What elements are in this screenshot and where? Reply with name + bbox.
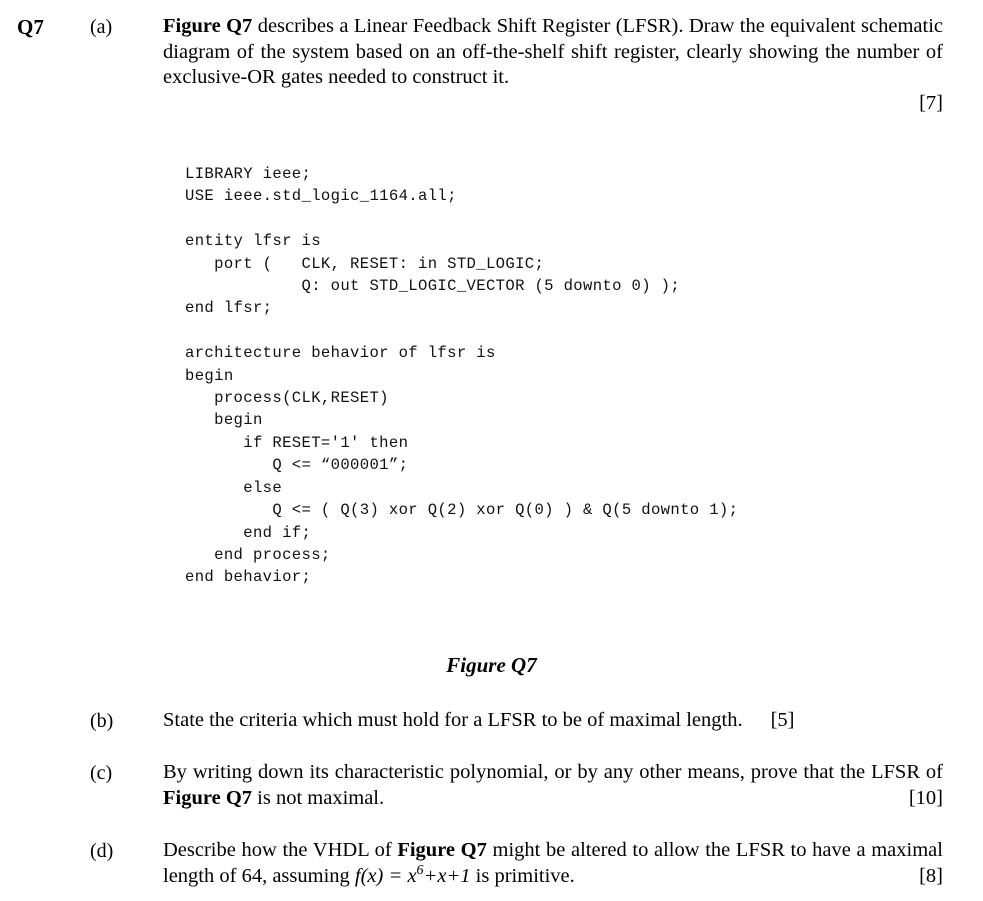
question-part-c: (c) By writing down its characteristic p… [0,760,983,811]
part-d-marks: [8] [919,864,943,887]
part-c-text: By writing down its characteristic polyn… [163,760,943,811]
part-a-figure-ref: Figure Q7 [163,15,253,37]
part-d-text: Describe how the VHDL of Figure Q7 might… [163,838,943,889]
part-label-b: (b) [90,710,114,732]
part-b-marks: [5] [770,709,795,731]
part-a-marks: [7] [919,91,943,114]
question-number: Q7 [17,15,44,39]
part-d-formula: f(x) = x6+x+1 [354,862,471,887]
question-part-b: (b) State the criteria which must hold f… [0,708,983,734]
part-c-figure-ref: Figure Q7 [163,786,253,809]
part-c-marks: [10] [908,786,943,809]
part-c-body-after: is not maximal. [252,786,385,809]
part-label-d: (d) [90,840,114,862]
part-d-figure-ref: Figure Q7 [397,839,487,861]
part-d-body-before: Describe how the VHDL of [163,839,398,861]
figure-caption: Figure Q7 [446,653,537,677]
part-d-body-after: is primitive. [470,864,575,887]
formula-exponent: 6 [416,862,424,878]
part-a-body: describes a Linear Feedback Shift Regist… [163,15,943,89]
question-part-a: Q7 (a) Figure Q7 describes a Linear Feed… [0,14,983,116]
part-c-body-before: By writing down its characteristic polyn… [163,761,943,783]
part-a-text: Figure Q7 describes a Linear Feedback Sh… [163,14,943,91]
formula-fx: f(x) [354,864,384,887]
part-label-a: (a) [90,16,113,38]
vhdl-code-block: LIBRARY ieee; USE ieee.std_logic_1164.al… [185,165,739,587]
formula-equals: = [383,864,408,887]
formula-x: x [407,864,417,887]
exam-page: Q7 (a) Figure Q7 describes a Linear Feed… [0,0,983,901]
part-label-c: (c) [90,762,113,784]
part-b-body: State the criteria which must hold for a… [163,709,743,731]
question-part-d: (d) Describe how the VHDL of Figure Q7 m… [0,838,983,889]
part-b-text: State the criteria which must hold for a… [163,708,943,734]
formula-tail: +x+1 [423,864,471,887]
